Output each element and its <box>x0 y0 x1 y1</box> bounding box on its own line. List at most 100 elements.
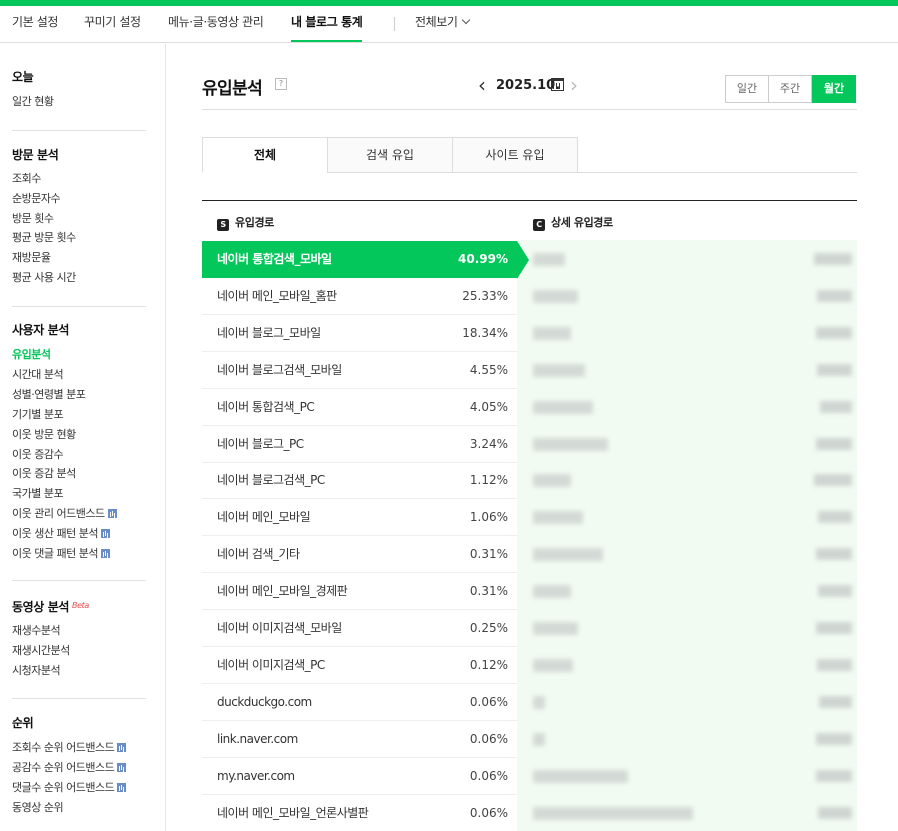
redacted-detail-text <box>533 548 603 562</box>
sidebar-item-user[interactable]: 이웃 방문 현황 <box>12 426 76 442</box>
redacted-detail-text <box>533 732 545 746</box>
sidebar-item-daily-status[interactable]: 일간 현황 <box>12 93 54 109</box>
source-percent: 4.55% <box>469 362 508 377</box>
sidebar-item-user-label: 유입분석 <box>12 348 51 361</box>
source-name: 네이버 이미지검색_모바일 <box>217 621 342 635</box>
chevron-left-icon[interactable]: ‹ <box>478 75 486 95</box>
nav-basic-settings[interactable]: 기본 설정 <box>12 6 58 42</box>
redacted-detail-text <box>533 769 628 783</box>
sidebar-divider <box>12 580 146 581</box>
redacted-detail-value <box>816 548 852 561</box>
sidebar-item-rank-label: 조회수 순위 어드밴스드 <box>12 741 115 754</box>
sidebar-item-visit[interactable]: 재방문율 <box>12 249 51 265</box>
sidebar-item-visit[interactable]: 순방문자수 <box>12 190 61 206</box>
tab-search-inflow[interactable]: 검색 유입 <box>327 137 453 173</box>
nav-view-all[interactable]: 전체보기 <box>415 6 470 42</box>
sidebar-item-user-label: 국가별 분포 <box>12 487 64 501</box>
table-row[interactable]: 네이버 메인_모바일_언론사별판 0.06% <box>202 795 517 831</box>
tab-site-inflow[interactable]: 사이트 유입 <box>452 137 578 173</box>
source-name: 네이버 통합검색_모바일 <box>217 252 332 266</box>
nav-blog-statistics[interactable]: 내 블로그 통계 <box>291 6 363 42</box>
calendar-icon[interactable] <box>551 78 564 91</box>
period-daily-button[interactable]: 일간 <box>725 75 769 103</box>
tab-all[interactable]: 전체 <box>202 137 328 173</box>
source-name: 네이버 블로그검색_PC <box>217 473 325 488</box>
bar-chart-icon <box>117 763 127 772</box>
sidebar-section-user: 사용자 분석 <box>12 321 69 338</box>
top-navigation: 기본 설정 꾸미기 설정 메뉴·글·동영상 관리 내 블로그 통계 전체보기 <box>0 6 898 43</box>
sidebar-item-user-label: 기기별 분포 <box>12 407 64 421</box>
table-row[interactable]: 네이버 블로그검색_모바일 4.55% <box>202 352 517 389</box>
sidebar-divider <box>12 698 146 699</box>
period-weekly-button[interactable]: 주간 <box>768 75 812 103</box>
source-percent: 18.34% <box>462 325 508 340</box>
sidebar-item-user[interactable]: 국가별 분포 <box>12 485 64 501</box>
table-row[interactable]: my.naver.com 0.06% <box>202 758 517 795</box>
source-percent: 0.31% <box>469 547 508 562</box>
sidebar-item-rank[interactable]: 댓글수 순위 어드밴스드 <box>12 779 127 795</box>
sidebar-item-user-label: 이웃 댓글 패턴 분석 <box>12 547 98 560</box>
table-row[interactable]: 네이버 메인_모바일_경제판 0.31% <box>202 573 517 611</box>
sidebar-item-user-label: 이웃 증감수 <box>12 447 64 461</box>
table-row[interactable]: 네이버 메인_모바일 1.06% <box>202 499 517 537</box>
sidebar-section-today-label: 오늘 <box>12 70 34 84</box>
sidebar-item-visit[interactable]: 조회수 <box>12 170 41 186</box>
table-row[interactable]: 네이버 이미지검색_모바일 0.25% <box>202 610 517 647</box>
sidebar-item-video[interactable]: 시청자분석 <box>12 662 61 678</box>
sidebar-item-user[interactable]: 유입분석 <box>12 346 51 362</box>
sidebar-item-visit[interactable]: 방문 횟수 <box>12 210 54 226</box>
table-row[interactable]: 네이버 통합검색_모바일 40.99% <box>202 241 517 278</box>
table-row[interactable]: duckduckgo.com 0.06% <box>202 684 517 721</box>
redacted-detail-text <box>533 363 585 377</box>
sidebar-item-user[interactable]: 이웃 증감수 <box>12 446 64 462</box>
bar-chart-icon <box>117 743 127 752</box>
table-top-border <box>202 200 857 201</box>
sidebar-item-visit-label: 재방문율 <box>12 251 51 265</box>
sidebar-item-rank[interactable]: 공감수 순위 어드밴스드 <box>12 759 127 775</box>
bar-chart-icon <box>107 509 117 519</box>
beta-badge: Beta <box>71 601 89 610</box>
redacted-detail-text <box>533 326 571 340</box>
column-header-source: S 유입경로 <box>217 214 274 231</box>
source-name: my.naver.com <box>217 768 295 783</box>
source-percent: 0.06% <box>469 805 508 820</box>
sidebar-item-visit-label: 조회수 <box>12 172 41 185</box>
sidebar-item-video[interactable]: 재생시간분석 <box>12 642 70 658</box>
nav-content-management[interactable]: 메뉴·글·동영상 관리 <box>168 6 264 42</box>
title-divider <box>202 109 857 110</box>
sidebar-item-user-label: 이웃 증감 분석 <box>12 467 76 481</box>
table-row[interactable]: link.naver.com 0.06% <box>202 721 517 758</box>
source-percent: 0.06% <box>469 694 508 709</box>
redacted-detail-value <box>816 622 852 634</box>
sidebar-item-user[interactable]: 이웃 댓글 패턴 분석 <box>12 545 110 561</box>
source-name: 네이버 블로그_PC <box>217 436 304 451</box>
redacted-detail-value <box>817 658 852 671</box>
sidebar-item-user[interactable]: 시간대 분석 <box>12 366 64 382</box>
table-row[interactable]: 네이버 블로그검색_PC 1.12% <box>202 462 517 500</box>
sidebar-item-user[interactable]: 성별·연령별 분포 <box>12 386 86 402</box>
help-icon[interactable]: ? <box>275 78 287 90</box>
sidebar-item-user[interactable]: 이웃 증감 분석 <box>12 465 76 481</box>
sidebar-item-user[interactable]: 기기별 분포 <box>12 406 64 422</box>
source-name: duckduckgo.com <box>217 694 312 709</box>
nav-design-settings[interactable]: 꾸미기 설정 <box>84 6 141 42</box>
redacted-detail-value <box>820 400 852 413</box>
table-row[interactable]: 네이버 이미지검색_PC 0.12% <box>202 647 517 684</box>
sidebar-item-visit[interactable]: 평균 사용 시간 <box>12 269 76 285</box>
table-row[interactable]: 네이버 검색_기타 0.31% <box>202 536 517 574</box>
table-row[interactable]: 네이버 통합검색_PC 4.05% <box>202 389 517 426</box>
sidebar-item-visit[interactable]: 평균 방문 횟수 <box>12 229 76 245</box>
sidebar-divider <box>12 306 146 307</box>
sidebar-item-rank[interactable]: 동영상 순위 <box>12 799 64 815</box>
source-name: 네이버 통합검색_PC <box>217 399 315 414</box>
sidebar-item-user[interactable]: 이웃 관리 어드밴스드 <box>12 505 117 521</box>
source-percent: 1.12% <box>469 473 508 488</box>
sidebar-item-video[interactable]: 재생수분석 <box>12 622 61 638</box>
table-row[interactable]: 네이버 메인_모바일_홈판 25.33% <box>202 278 517 315</box>
sidebar-item-rank-label: 댓글수 순위 어드밴스드 <box>12 781 115 794</box>
period-monthly-button[interactable]: 월간 <box>812 75 856 103</box>
table-row[interactable]: 네이버 블로그_PC 3.24% <box>202 426 517 463</box>
sidebar-item-user[interactable]: 이웃 생산 패턴 분석 <box>12 525 110 541</box>
sidebar-item-rank[interactable]: 조회수 순위 어드밴스드 <box>12 739 127 755</box>
table-row[interactable]: 네이버 블로그_모바일 18.34% <box>202 315 517 352</box>
